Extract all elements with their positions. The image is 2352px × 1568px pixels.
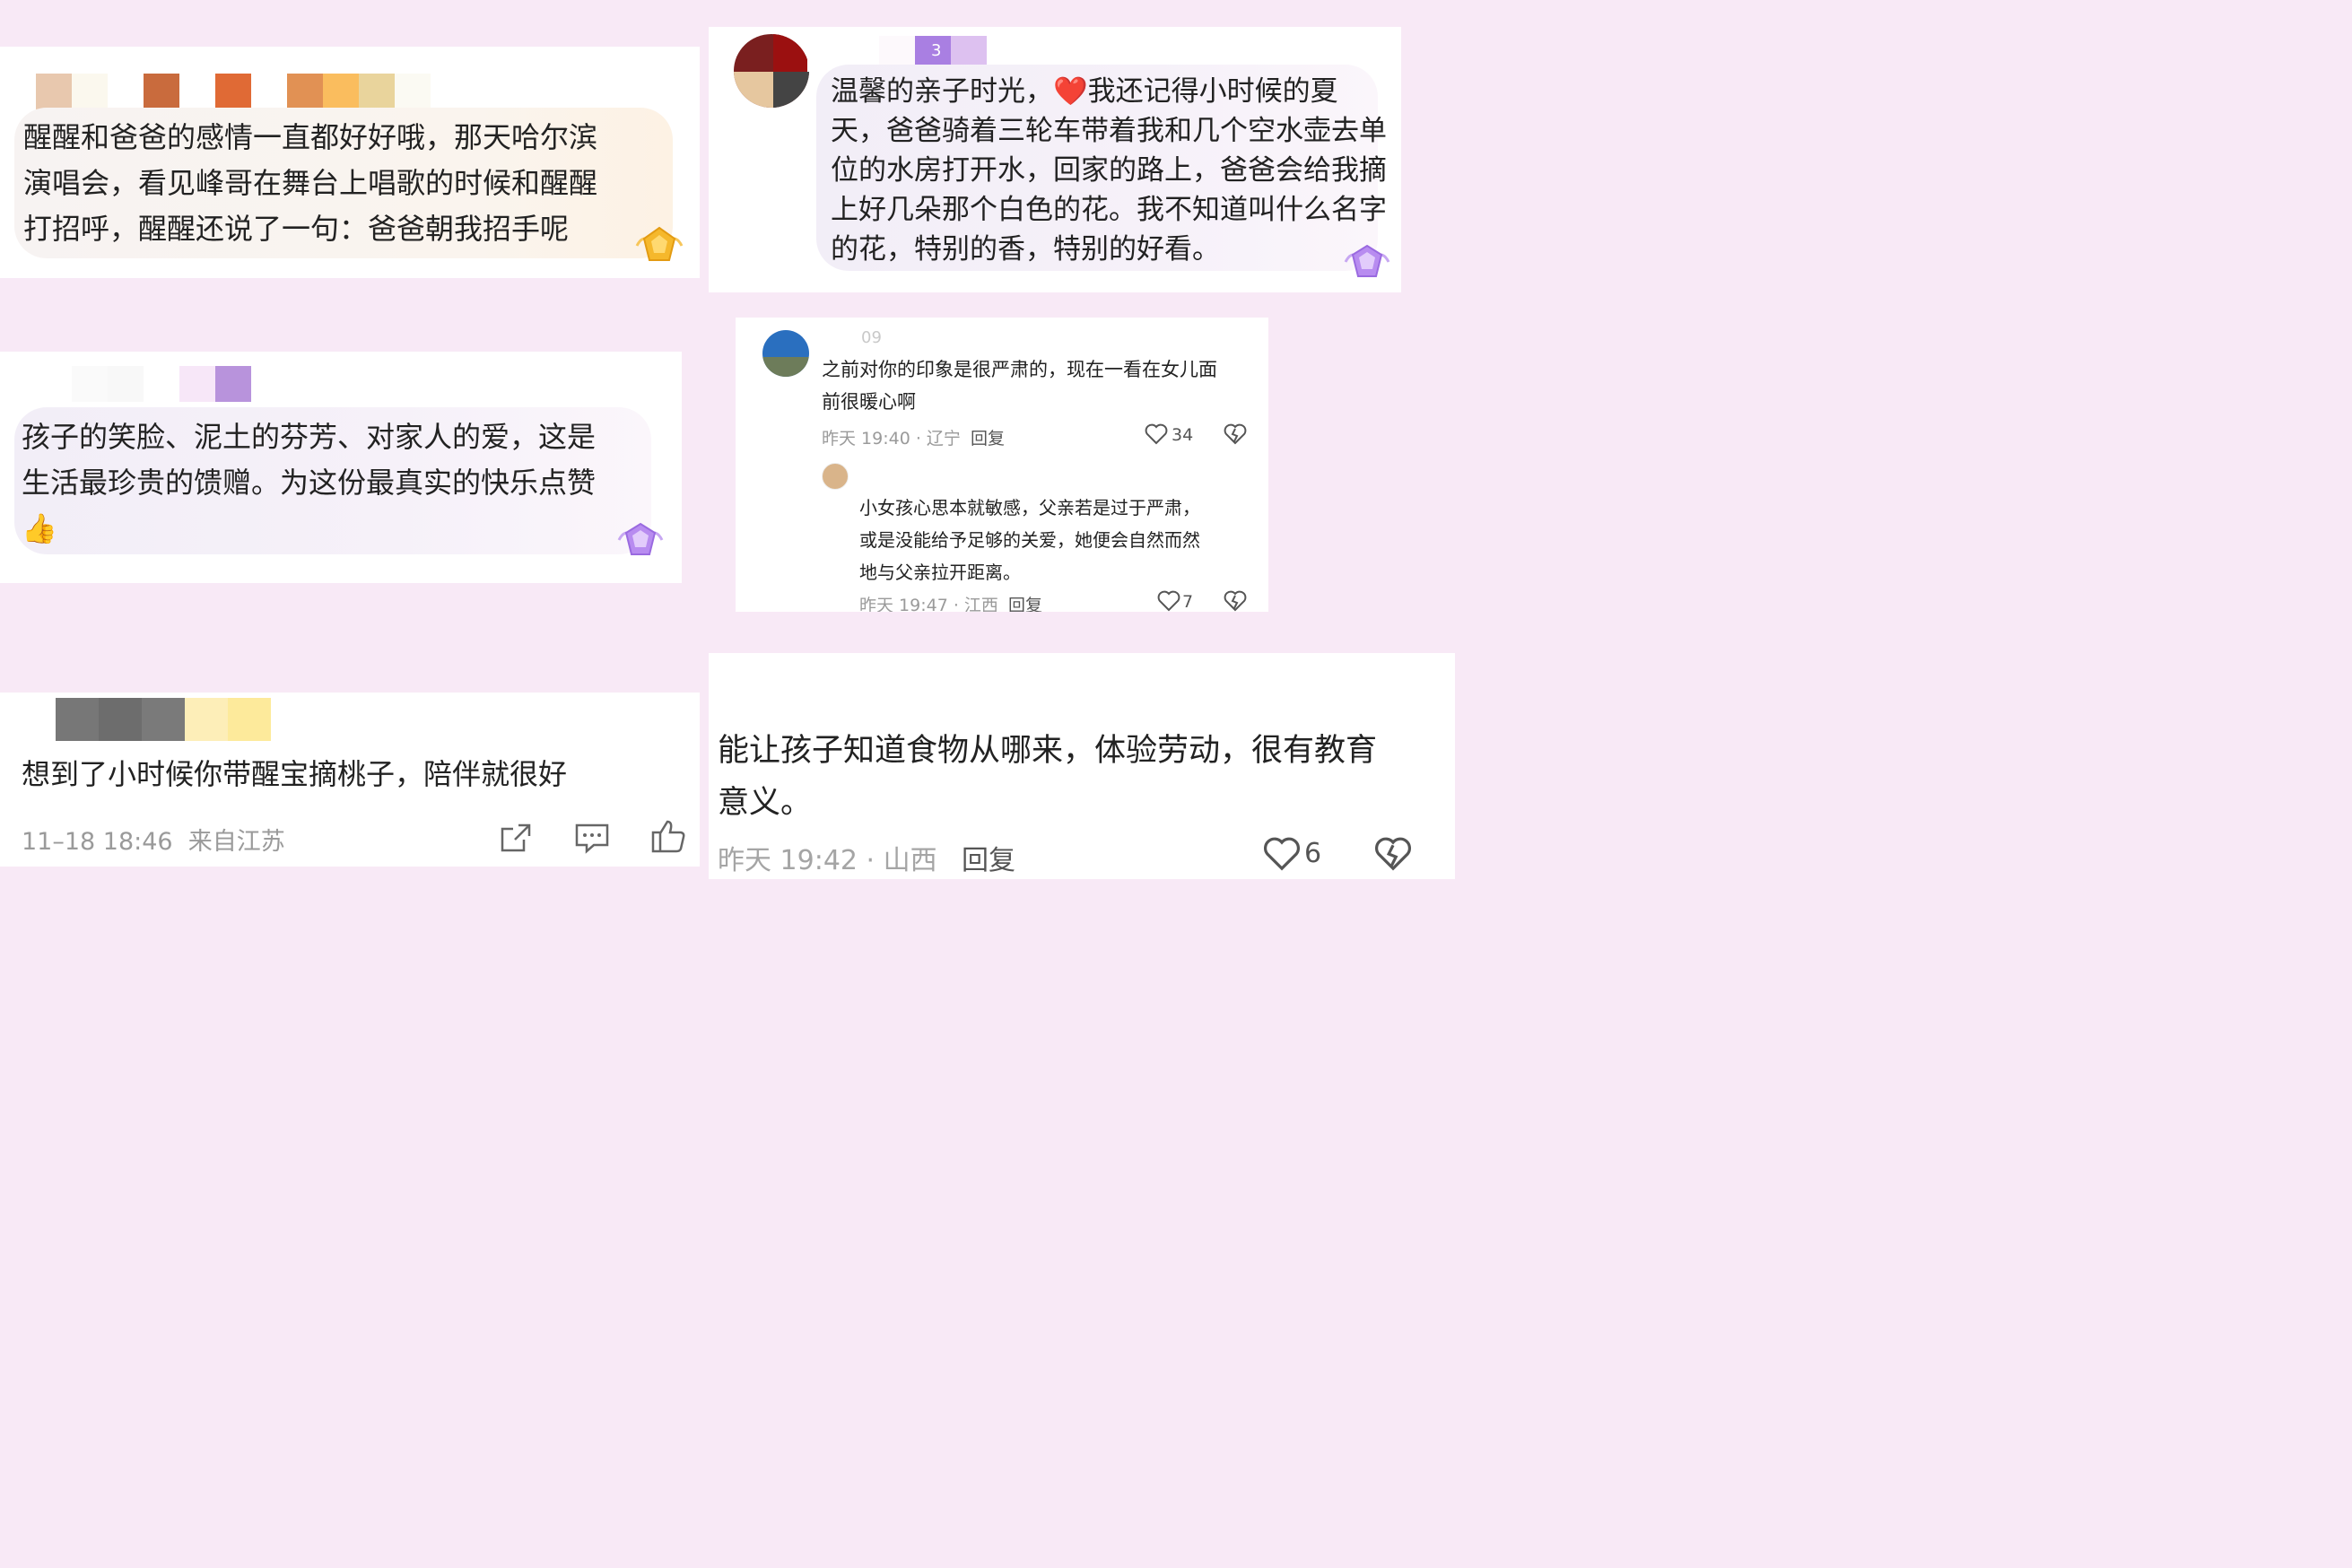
username-fragment: 3 [931,41,942,60]
mosaic-block [36,366,72,402]
mosaic-block [251,74,287,109]
heart-icon[interactable] [1145,423,1168,445]
heart-icon[interactable] [1157,590,1180,612]
mosaic-block [144,74,179,109]
comment-card: 能让孩子知道食物从哪来，体验劳动，很有教育 意义。 昨天 19:42 · 山西 … [709,653,1455,879]
mosaic-block [72,74,108,109]
purple-gem-icon [1342,240,1392,283]
comment-card: 孩子的笑脸、泥土的芬芳、对家人的爱，这是 生活最珍贵的馈赠。为这份最真实的快乐点… [0,352,682,583]
share-icon[interactable] [499,822,533,854]
reply-button[interactable]: 回复 [971,425,1005,449]
mosaic-block [99,698,142,741]
comment-icon[interactable] [574,822,610,854]
mosaic-block [144,366,179,402]
reply-button[interactable]: 回复 [962,838,1015,877]
mosaic-block [108,366,144,402]
mosaic-block [142,698,185,741]
comment-card: 醒醒和爸爸的感情一直都好好哦，那天哈尔滨 演唱会，看见峰哥在舞台上唱歌的时候和醒… [0,47,700,278]
mosaic-block [108,74,144,109]
avatar [734,34,809,108]
mosaic-block [13,698,56,741]
gold-gem-icon [633,222,685,267]
mosaic-block [36,74,72,109]
mosaic-block [395,74,431,109]
mosaic-block [228,698,271,741]
comment-time: 昨天 19:40 · 辽宁 [822,429,961,449]
mosaic-block [323,74,359,109]
mosaic-block [72,366,108,402]
comment-card: 3 温馨的亲子时光，❤️我还记得小时候的夏 天，爸爸骑着三轮车带着我和几个空水壶… [709,27,1401,292]
reply-time: 昨天 19:47 · 江西 [859,596,998,612]
mosaic-block [359,74,395,109]
comment-text: 之前对你的印象是很严肃的，现在一看在女儿面 前很暖心啊 [822,359,1217,413]
comment-text: 温馨的亲子时光，❤️我还记得小时候的夏 天，爸爸骑着三轮车带着我和几个空水壶去单… [831,75,1387,266]
mosaic-block [179,74,215,109]
username-fragment: 09 [861,328,882,347]
username-mosaic [36,74,431,109]
mosaic-block [215,366,251,402]
dislike-icon[interactable] [1224,590,1247,612]
username-mosaic [13,698,271,741]
dislike-icon[interactable] [1374,836,1412,872]
like-count: 6 [1304,838,1322,869]
username-mosaic [36,366,251,402]
mosaic-block [179,366,215,402]
reply-avatar [822,463,849,490]
mosaic-block [215,74,251,109]
heart-icon[interactable] [1263,836,1301,872]
mosaic-block [287,74,323,109]
avatar [762,330,809,377]
mosaic-block [56,698,99,741]
thumbs-up-icon[interactable] [649,818,687,854]
like-count: 7 [1182,592,1194,612]
comment-card: 09 之前对你的印象是很严肃的，现在一看在女儿面 前很暖心啊 昨天 19:40 … [736,318,1268,612]
comment-text: 醒醒和爸爸的感情一直都好好哦，那天哈尔滨 演唱会，看见峰哥在舞台上唱歌的时候和醒… [23,120,598,246]
comment-text: 想到了小时候你带醒宝摘桃子，陪伴就很好 [22,757,568,791]
reply-button[interactable]: 回复 [1008,592,1042,612]
reply-text: 小女孩心思本就敏感，父亲若是过于严肃， 或是没能给予足够的关爱，她便会自然而然 … [859,497,1200,583]
comment-time: 昨天 19:42 · 山西 [718,845,937,876]
comment-text: 能让孩子知道食物从哪来，体验劳动，很有教育 意义。 [718,733,1378,821]
purple-gem-icon [615,518,666,562]
mosaic-block [185,698,228,741]
comment-time: 11–18 18:46 来自江苏 [22,828,285,856]
like-count: 34 [1172,425,1194,445]
comment-card: 想到了小时候你带醒宝摘桃子，陪伴就很好 11–18 18:46 来自江苏 [0,693,700,867]
dislike-icon[interactable] [1224,423,1247,445]
comment-text: 孩子的笑脸、泥土的芬芳、对家人的爱，这是 生活最珍贵的馈赠。为这份最真实的快乐点… [22,420,597,545]
